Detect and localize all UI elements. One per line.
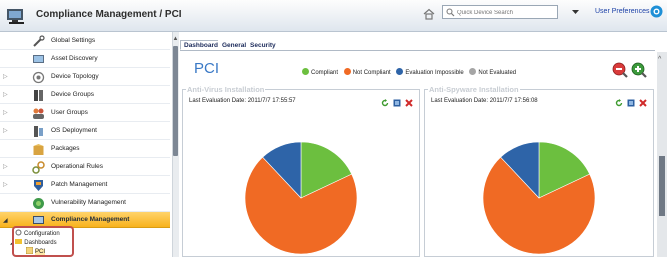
sidebar-item-device-groups[interactable]: ▷ Device Groups: [0, 86, 170, 104]
quick-device-search[interactable]: [442, 5, 558, 19]
refresh-icon[interactable]: [381, 99, 389, 107]
sidebar-item-label: Vulnerability Management: [51, 199, 126, 206]
evaluation-date: Last Evaluation Date: 2011/7/7 17:56:08: [431, 98, 538, 104]
main-scroll-thumb[interactable]: [659, 156, 665, 216]
panel-title: Anti-Virus Installation: [186, 85, 266, 94]
user-preferences-link[interactable]: User Preferences: [595, 8, 649, 15]
patch-icon: [34, 180, 43, 191]
scroll-up-arrow-icon[interactable]: ▲: [172, 36, 179, 43]
home-icon[interactable]: [423, 8, 435, 20]
sidebar-item-asset-discovery[interactable]: Asset Discovery: [0, 50, 170, 68]
tab-dashboard[interactable]: Dashboard: [180, 40, 222, 50]
legend-item-evaluation-impossible: Evaluation Impossible: [396, 68, 464, 76]
expand-arrow-icon[interactable]: ▷: [3, 109, 8, 116]
pie-chart-anti-spyware: [482, 141, 596, 255]
app-logo-icon: [7, 9, 24, 24]
legend-swatch: [302, 68, 309, 75]
vulnerability-icon: [33, 198, 44, 209]
legend-swatch: [343, 68, 351, 75]
evaluation-date: Last Evaluation Date: 2011/7/7 17:55:57: [189, 98, 296, 104]
legend-swatch: [396, 68, 404, 75]
sidebar-item-label: OS Deployment: [51, 127, 97, 134]
user-groups-icon: [33, 108, 44, 119]
sidebar-item-label: Asset Discovery: [51, 55, 98, 62]
export-icon[interactable]: [627, 99, 635, 107]
expand-arrow-icon[interactable]: ▷: [3, 91, 8, 98]
expand-arrow-icon[interactable]: ▷: [3, 127, 8, 134]
sidebar-item-label: Device Groups: [51, 91, 94, 98]
close-icon[interactable]: [639, 99, 647, 107]
main-scrollbar[interactable]: ^: [657, 52, 667, 257]
sidebar-item-label: Patch Management: [51, 181, 108, 188]
dashboard-title: PCI: [194, 60, 220, 77]
operational-rules-icon: [32, 161, 45, 174]
scroll-up-arrow-icon[interactable]: ^: [658, 56, 661, 63]
sidebar-item-label: Global Settings: [51, 37, 96, 44]
expand-arrow-icon[interactable]: ▷: [3, 73, 8, 80]
package-icon: [33, 144, 44, 155]
sidebar-item-os-deployment[interactable]: ▷ OS Deployment: [0, 122, 170, 140]
sidebar-item-operational-rules[interactable]: ▷ Operational Rules: [0, 158, 170, 176]
pie-group: [244, 141, 358, 255]
sidebar-item-patch-management[interactable]: ▷ Patch Management: [0, 176, 170, 194]
zoom-out-icon[interactable]: [612, 62, 628, 78]
expand-arrow-icon[interactable]: ◢: [3, 217, 8, 224]
pie-group: [482, 141, 596, 255]
sidebar-item-packages[interactable]: Packages: [0, 140, 170, 158]
refresh-icon[interactable]: [615, 99, 623, 107]
help-icon[interactable]: [650, 5, 663, 18]
selection-highlight: [12, 226, 74, 257]
sidebar-item-label: User Groups: [51, 109, 88, 116]
device-groups-icon: [34, 90, 43, 101]
sidebar-item-label: Device Topology: [51, 73, 99, 80]
legend-item-not-evaluated: Not Evaluated: [469, 68, 516, 76]
zoom-in-icon[interactable]: [631, 62, 647, 78]
tab-underline: [180, 50, 655, 51]
header-bar: Compliance Management / PCI User Prefere…: [0, 0, 667, 32]
search-input[interactable]: [457, 7, 555, 18]
chevron-down-icon[interactable]: [570, 7, 581, 17]
sidebar-scroll-thumb[interactable]: [173, 46, 178, 156]
panel-anti-spyware: Anti-Spyware Installation Last Evaluatio…: [424, 85, 654, 257]
sidebar-item-user-groups[interactable]: ▷ User Groups: [0, 104, 170, 122]
panel-title: Anti-Spyware Installation: [428, 85, 520, 94]
sidebar-item-label: Compliance Management: [51, 216, 130, 223]
search-icon: [446, 8, 455, 17]
sidebar-item-label: Operational Rules: [51, 163, 104, 170]
legend-swatch: [469, 68, 477, 75]
tab-security[interactable]: Security: [246, 40, 280, 50]
asset-discovery-icon: [33, 55, 44, 63]
gear-icon: [33, 35, 45, 47]
panel-anti-virus: Anti-Virus Installation Last Evaluation …: [182, 85, 420, 257]
legend-item-not-compliant: Not Compliant: [343, 68, 391, 76]
pie-chart-anti-virus: [244, 141, 358, 255]
export-icon[interactable]: [393, 99, 401, 107]
topology-icon: [32, 71, 45, 84]
sidebar-item-device-topology[interactable]: ▷ Device Topology: [0, 68, 170, 86]
sidebar-item-vulnerability-management[interactable]: Vulnerability Management: [0, 194, 170, 212]
sidebar-item-label: Packages: [51, 145, 80, 152]
os-deployment-icon: [34, 126, 43, 137]
sidebar-item-global-settings[interactable]: Global Settings: [0, 32, 170, 50]
page-title: Compliance Management / PCI: [36, 9, 182, 20]
legend-item-compliant: Compliant: [302, 68, 338, 76]
expand-arrow-icon[interactable]: ▷: [3, 181, 8, 188]
expand-arrow-icon[interactable]: ▷: [3, 163, 8, 170]
close-icon[interactable]: [405, 99, 413, 107]
chart-legend: Compliant Not Compliant Evaluation Impos…: [302, 68, 520, 76]
